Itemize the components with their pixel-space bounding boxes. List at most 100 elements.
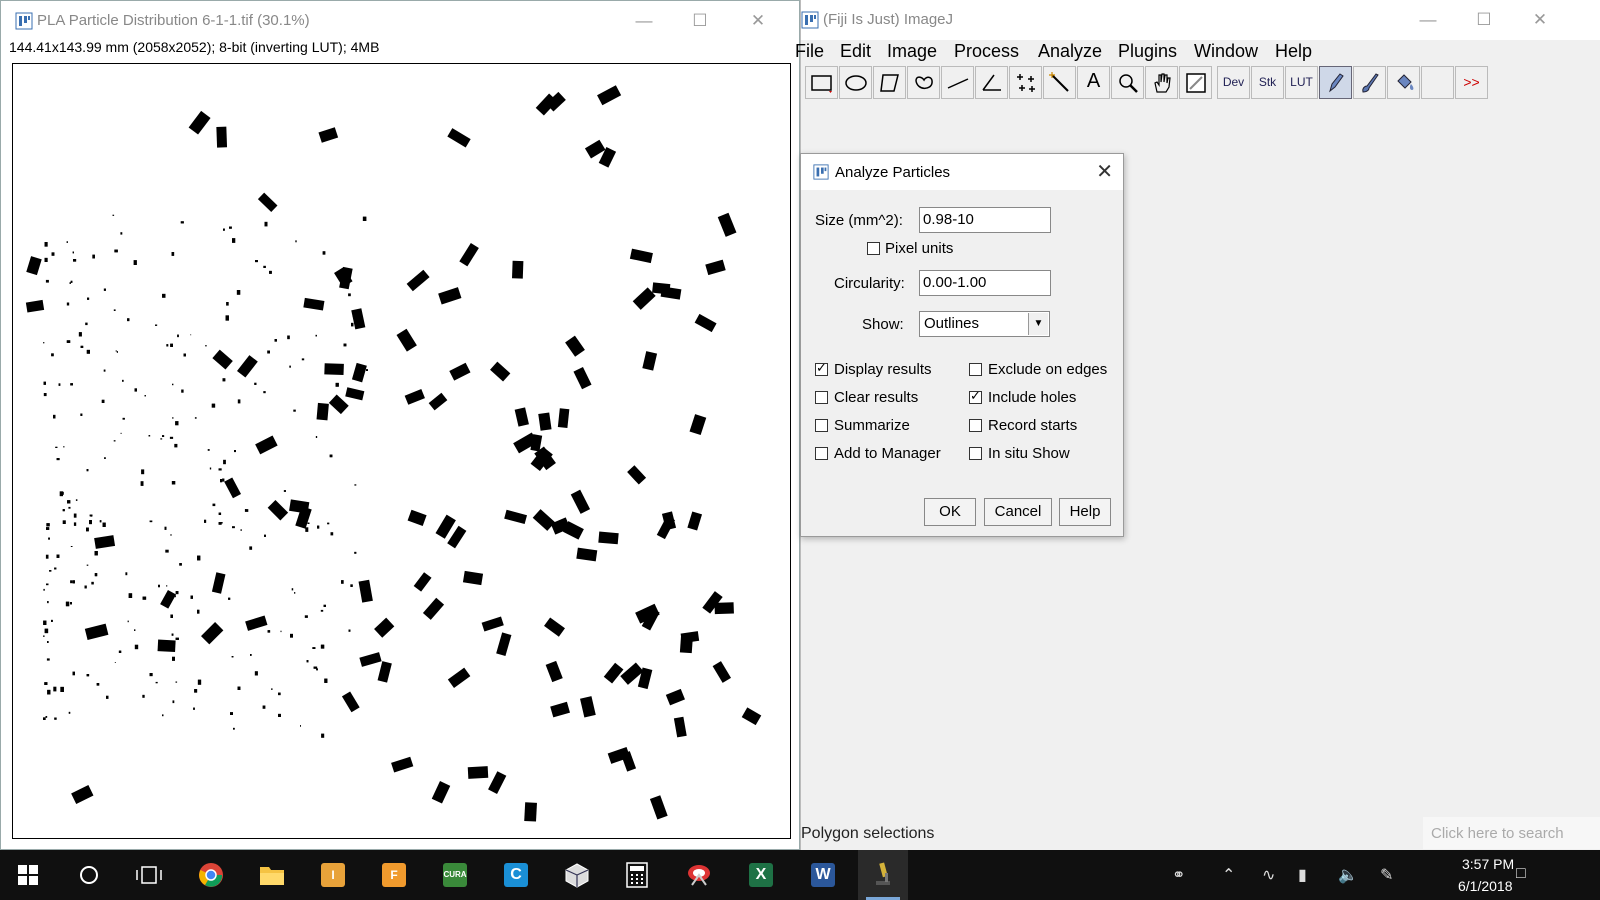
ij-maximize-button[interactable]: ☐ [1461,6,1507,34]
ij-minimize-button[interactable]: — [1405,6,1451,34]
menu-analyze[interactable]: Analyze [1038,41,1102,62]
magnifier-tool[interactable] [1111,66,1144,99]
line-tool[interactable] [941,66,974,99]
dev-tool[interactable]: Dev [1217,66,1250,99]
summarize-checkbox[interactable] [815,419,828,432]
task-view-button[interactable] [124,850,174,900]
hand-tool[interactable] [1145,66,1178,99]
image-window[interactable]: PLA Particle Distribution 6-1-1.tif (30.… [0,0,800,850]
ok-button[interactable]: OK [924,498,976,526]
fiji-app[interactable] [858,850,908,900]
color-picker-tool[interactable] [1179,66,1212,99]
clock-date[interactable]: 6/1/2018 [1458,878,1513,894]
menu-plugins[interactable]: Plugins [1118,41,1177,62]
oval-tool[interactable] [839,66,872,99]
search-box[interactable]: Click here to search [1423,817,1600,849]
dialog-title: Analyze Particles [835,164,951,181]
people-icon[interactable]: ⚭ [1172,865,1185,885]
debris-394 [274,339,277,342]
stk-tool[interactable]: Stk [1251,66,1284,99]
cube-app[interactable] [552,850,602,900]
text-tool[interactable]: A [1077,66,1110,99]
imagej-titlebar[interactable]: (Fiji Is Just) ImageJ — ☐ ✕ [801,0,1600,40]
ij-close-button[interactable]: ✕ [1517,6,1563,34]
dialog-close-icon[interactable]: ✕ [1096,159,1113,184]
image-window-titlebar[interactable]: PLA Particle Distribution 6-1-1.tif (30.… [1,1,799,41]
freehand-tool[interactable] [907,66,940,99]
display-results-label: Display results [834,361,932,378]
menu-process[interactable]: Process [954,41,1019,62]
file-explorer-app[interactable] [247,850,297,900]
cortana-button[interactable] [64,850,114,900]
debris-233 [352,313,355,317]
fusion360-app[interactable]: F [369,850,419,900]
add-to-manager-checkbox[interactable] [815,447,828,460]
wand-tool[interactable] [1043,66,1076,99]
exclude-on-edges-checkbox[interactable] [969,363,982,376]
menu-help[interactable]: Help [1275,41,1312,62]
more-tools-button[interactable]: >> [1455,66,1488,99]
circularity-input[interactable]: 0.00-1.00 [919,270,1051,296]
multipoint-tool[interactable] [1009,66,1042,99]
menu-edit[interactable]: Edit [840,41,871,62]
record-starts-checkbox[interactable] [969,419,982,432]
image-canvas[interactable] [12,63,791,839]
in-situ-show-checkbox[interactable] [969,447,982,460]
debris-232 [155,681,158,684]
pixel-units-checkbox[interactable] [867,242,880,255]
creo-app[interactable]: C [491,850,541,900]
menu-image[interactable]: Image [887,41,937,62]
help-button[interactable]: Help [1059,498,1111,526]
debris-354 [43,620,47,625]
dialog-titlebar[interactable]: Analyze Particles ✕ [801,154,1123,190]
polygon-tool[interactable] [873,66,906,99]
debris-345 [278,692,281,696]
particle-30 [328,394,349,415]
pencil-tool[interactable] [1319,66,1352,99]
debris-304 [190,595,193,599]
particle-97 [359,652,382,667]
polygon-tool-icon [880,74,899,92]
snipping-tool-app[interactable] [674,850,724,900]
brush-tool-icon [1362,73,1379,93]
oval-tool-icon [845,75,867,91]
particle-80 [673,716,687,738]
flood-fill-tool[interactable] [1387,66,1420,99]
analyze-particles-dialog[interactable]: Analyze Particles ✕ Size (mm^2): 0.98-10… [800,153,1124,537]
display-results-checkbox[interactable] [815,360,828,376]
menu-window[interactable]: Window [1194,41,1258,62]
notification-icon[interactable]: □ [1516,865,1526,883]
word-app[interactable]: W [798,850,848,900]
particle-38 [449,362,471,381]
chevron-up-icon[interactable]: ⌃ [1222,865,1235,885]
debris-207 [85,322,88,326]
size-input[interactable]: 0.98-10 [919,207,1051,233]
show-select[interactable]: Outlines ▼ [919,311,1050,337]
cura-app[interactable]: CURA [430,850,480,900]
inventor-app[interactable]: I [308,850,358,900]
angle-tool[interactable] [975,66,1008,99]
rectangle-tool[interactable] [805,66,838,99]
brush-tool[interactable] [1353,66,1386,99]
cura-icon: CURA [443,863,467,887]
minimize-button[interactable]: — [621,7,667,35]
start-button[interactable] [4,850,54,900]
particle-53 [689,414,707,436]
clear-results-checkbox[interactable] [815,391,828,404]
pen-icon[interactable]: ✎ [1380,865,1393,885]
calculator-app[interactable] [612,850,662,900]
excel-app[interactable]: X [736,850,786,900]
menu-file[interactable]: File [795,41,824,62]
wifi-icon[interactable]: ∿ [1262,865,1275,885]
clock-time[interactable]: 3:57 PM [1462,856,1514,872]
close-button[interactable]: ✕ [735,7,781,35]
battery-icon[interactable]: ▮ [1298,865,1307,885]
chrome-app[interactable] [186,850,236,900]
word-icon: W [811,863,835,887]
text-tool-icon: A [1086,70,1101,92]
cancel-button[interactable]: Cancel [984,498,1052,526]
maximize-button[interactable]: ☐ [677,7,723,35]
lut-tool[interactable]: LUT [1285,66,1318,99]
volume-icon[interactable]: 🔈 [1338,865,1358,885]
include-holes-checkbox[interactable] [969,388,982,404]
